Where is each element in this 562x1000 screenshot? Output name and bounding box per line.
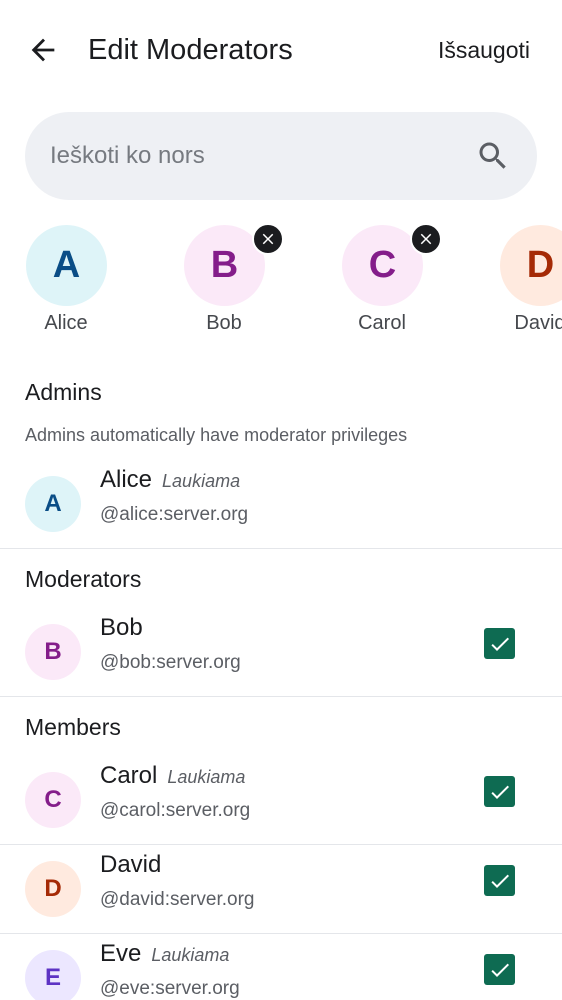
search-bar[interactable]: Ieškoti ko nors [25, 112, 537, 200]
check-icon [490, 874, 509, 888]
avatar: A [26, 225, 107, 306]
list-item-bob[interactable]: B Bob @bob:server.org [0, 608, 562, 696]
selected-users-row: A Alice B Bob C Carol D David [0, 220, 562, 350]
chip-label: Bob [206, 312, 242, 334]
chip-label: David [514, 312, 562, 334]
section-description: Admins automatically have moderator priv… [25, 425, 408, 445]
arrow-left-icon [31, 38, 55, 62]
avatar: B [25, 624, 81, 680]
checkbox[interactable] [484, 776, 515, 807]
close-icon [262, 233, 274, 245]
remove-chip-button[interactable] [410, 223, 442, 255]
chip-label: Alice [44, 312, 88, 334]
avatar: A [25, 476, 81, 532]
section-title-moderators: Moderators [25, 566, 142, 592]
user-name: Alice [100, 466, 153, 493]
user-name-line: Bob [100, 612, 143, 644]
divider [0, 548, 562, 549]
user-id: @eve:server.org [100, 978, 240, 999]
section-title-members: Members [25, 714, 121, 740]
page-title: Edit Moderators [88, 34, 293, 66]
avatar: D [25, 861, 81, 917]
avatar: E [25, 950, 81, 1000]
save-button[interactable]: Išsaugoti [438, 32, 530, 68]
checkbox[interactable] [484, 865, 515, 896]
search-input[interactable]: Ieškoti ko nors [50, 138, 205, 174]
list-item-carol[interactable]: C Carol Laukiama @carol:server.org [0, 756, 562, 844]
chip-label: Carol [358, 312, 406, 334]
avatar: D [500, 225, 562, 306]
divider [0, 696, 562, 697]
checkbox[interactable] [484, 628, 515, 659]
user-name: Carol [100, 762, 158, 789]
list-item-alice: A Alice Laukiama @alice:server.org [0, 460, 562, 548]
user-name: Eve [100, 940, 142, 967]
user-id: @david:server.org [100, 889, 255, 910]
user-name-line: David [100, 849, 161, 881]
back-button[interactable] [26, 33, 60, 67]
check-icon [490, 637, 509, 651]
user-name-line: Eve Laukiama [100, 938, 229, 971]
user-id: @bob:server.org [100, 652, 241, 673]
search-icon[interactable] [475, 138, 511, 174]
user-id: @alice:server.org [100, 504, 249, 525]
user-name: David [100, 851, 162, 878]
status-label: Laukiama [162, 471, 241, 491]
check-icon [490, 785, 509, 799]
check-icon [490, 963, 509, 977]
user-name: Bob [100, 614, 143, 641]
avatar: C [25, 772, 81, 828]
list-item-eve[interactable]: E Eve Laukiama @eve:server.org [0, 934, 562, 1000]
user-name-line: Alice Laukiama [100, 464, 240, 497]
remove-chip-button[interactable] [252, 223, 284, 255]
user-id: @carol:server.org [100, 800, 251, 821]
user-name-line: Carol Laukiama [100, 760, 245, 793]
close-icon [420, 233, 432, 245]
status-label: Laukiama [167, 767, 246, 787]
section-title-admins: Admins [25, 379, 102, 405]
top-app-bar: Edit Moderators Išsaugoti [0, 0, 562, 100]
checkbox[interactable] [484, 954, 515, 985]
status-label: Laukiama [151, 945, 230, 965]
list-item-david[interactable]: D David @david:server.org [0, 845, 562, 933]
